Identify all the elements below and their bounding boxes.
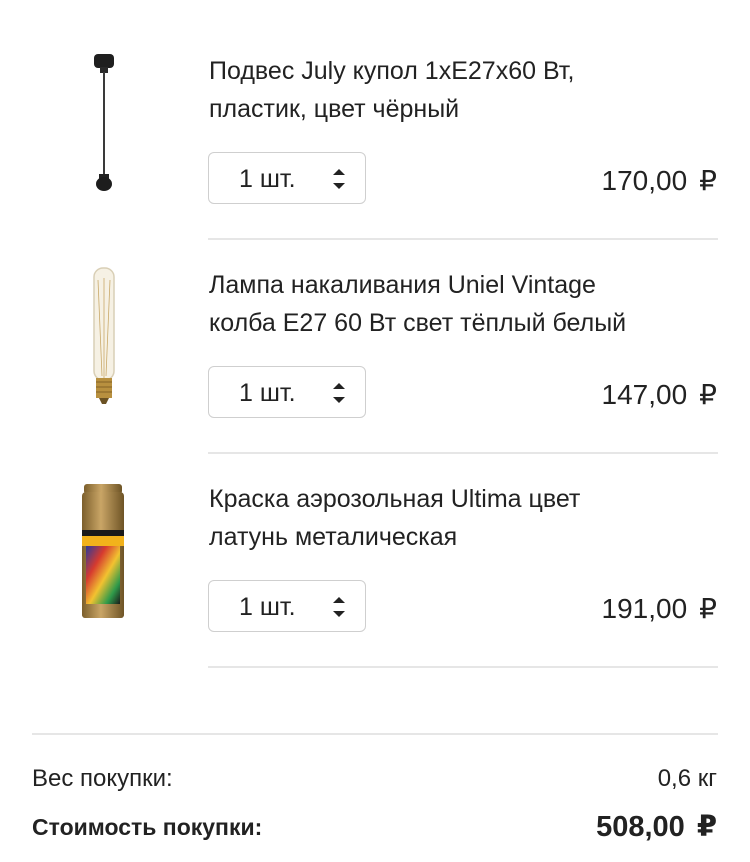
item-title[interactable]: Краска аэрозольная Ultima цвет латунь ме… <box>209 480 709 556</box>
currency-symbol: ₽ <box>699 379 717 410</box>
item-price: 191,00 ₽ <box>602 592 717 626</box>
item-title-line: пластик, цвет чёрный <box>209 95 460 123</box>
item-title-line: колба E27 60 Вт свет тёплый белый <box>209 309 627 337</box>
item-title-line: латунь металическая <box>209 523 458 551</box>
vintage-bulb-image[interactable] <box>32 266 176 426</box>
item-title[interactable]: Подвес July купол 1хE27х60 Вт, пластик, … <box>209 52 709 128</box>
item-divider <box>208 452 718 454</box>
quantity-value: 1 шт. <box>239 593 296 621</box>
spray-can-image[interactable] <box>32 480 176 640</box>
price-value: 191,00 <box>601 593 688 624</box>
item-title-line: Подвес July купол 1хE27х60 Вт, <box>209 57 575 85</box>
pendant-lamp-icon <box>94 54 114 191</box>
price-value: 147,00 <box>601 379 688 410</box>
currency-symbol: ₽ <box>699 593 717 624</box>
price-value: 170,00 <box>601 165 688 196</box>
weight-value: 0,6 кг <box>657 765 717 792</box>
quantity-select[interactable]: 1 шт. <box>208 152 366 204</box>
weight-row: Вес покупки: 0,6 кг <box>32 762 717 796</box>
total-row: Стоимость покупки: 508,00 ₽ <box>32 810 717 844</box>
vintage-bulb-icon <box>93 267 115 404</box>
item-divider <box>208 238 718 240</box>
total-label: Стоимость покупки: <box>32 814 263 840</box>
currency-symbol: ₽ <box>699 165 717 196</box>
quantity-select[interactable]: 1 шт. <box>208 580 366 632</box>
quantity-value: 1 шт. <box>239 165 296 193</box>
spray-can-icon <box>82 484 124 618</box>
updown-arrows-icon <box>333 383 345 403</box>
item-price: 170,00 ₽ <box>602 164 717 198</box>
quantity-select[interactable]: 1 шт. <box>208 366 366 418</box>
summary-divider <box>32 733 718 735</box>
weight-label: Вес покупки: <box>32 765 173 792</box>
total-value: 508,00 ₽ <box>596 810 717 844</box>
item-divider <box>208 666 718 668</box>
updown-arrows-icon <box>333 597 345 617</box>
item-price: 147,00 ₽ <box>602 378 717 412</box>
pendant-lamp-image[interactable] <box>32 52 176 212</box>
quantity-value: 1 шт. <box>239 379 296 407</box>
total-amount: 508,00 <box>596 811 685 843</box>
cart-item: Краска аэрозольная Ultima цвет латунь ме… <box>0 480 750 694</box>
item-title-line: Лампа накаливания Uniel Vintage <box>209 271 596 299</box>
currency-symbol: ₽ <box>696 811 717 843</box>
cart-item: Подвес July купол 1хE27х60 Вт, пластик, … <box>0 52 750 266</box>
item-title-line: Краска аэрозольная Ultima цвет <box>209 485 581 513</box>
updown-arrows-icon <box>333 169 345 189</box>
item-title[interactable]: Лампа накаливания Uniel Vintage колба E2… <box>209 266 709 342</box>
cart-item: Лампа накаливания Uniel Vintage колба E2… <box>0 266 750 480</box>
